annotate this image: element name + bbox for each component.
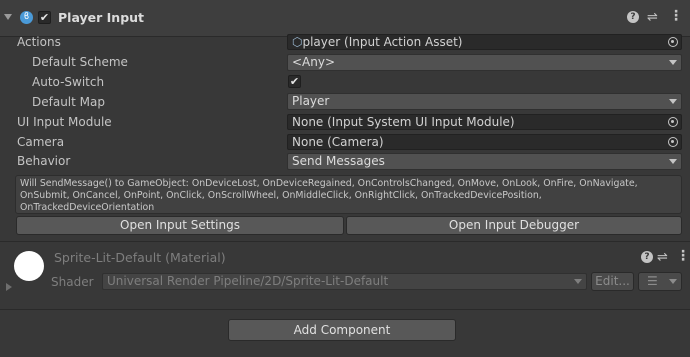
- help-icon[interactable]: ?: [627, 11, 639, 23]
- input-asset-icon: ⬡: [292, 35, 303, 49]
- foldout-arrow-icon[interactable]: [6, 283, 12, 291]
- camera-field[interactable]: None (Camera): [287, 134, 682, 150]
- object-picker-icon[interactable]: [668, 37, 678, 47]
- component-enabled-checkbox[interactable]: ✔: [38, 11, 51, 24]
- help-icon[interactable]: ?: [641, 251, 653, 263]
- object-picker-icon[interactable]: [668, 137, 678, 147]
- open-input-debugger-button[interactable]: Open Input Debugger: [346, 216, 682, 235]
- context-menu-icon[interactable]: ⋮: [676, 248, 690, 264]
- add-component-button[interactable]: Add Component: [228, 319, 456, 341]
- ui-input-module-label: UI Input Module: [17, 115, 112, 129]
- camera-label: Camera: [17, 135, 65, 149]
- auto-switch-checkbox[interactable]: ✔: [288, 75, 301, 88]
- component-header[interactable]: ϐ ✔ Player Input ? ⇌ ⋮: [0, 0, 690, 37]
- auto-switch-label: Auto-Switch: [32, 75, 105, 89]
- section-divider: [0, 309, 690, 310]
- chevron-down-icon: [669, 99, 677, 104]
- actions-label: Actions: [17, 35, 61, 49]
- actions-field[interactable]: ⬡player (Input Action Asset): [287, 34, 682, 50]
- material-name: Sprite-Lit-Default (Material): [54, 250, 226, 265]
- default-map-dropdown[interactable]: Player: [287, 93, 682, 110]
- material-preview: [14, 251, 44, 281]
- chevron-down-icon: [669, 279, 677, 284]
- behavior-dropdown[interactable]: Send Messages: [287, 153, 682, 170]
- chevron-down-icon: [669, 60, 677, 65]
- preset-icon[interactable]: ⇌: [647, 10, 658, 25]
- default-scheme-label: Default Scheme: [32, 55, 128, 69]
- foldout-arrow-icon[interactable]: [4, 14, 12, 20]
- default-map-label: Default Map: [32, 95, 105, 109]
- list-icon: ☰: [647, 274, 658, 288]
- component-title: Player Input: [58, 10, 145, 25]
- shader-options-button[interactable]: ☰: [638, 272, 682, 291]
- help-box: Will SendMessage() to GameObject: OnDevi…: [15, 175, 682, 214]
- context-menu-icon[interactable]: ⋮: [669, 8, 683, 24]
- preset-icon[interactable]: ⇌: [657, 250, 668, 265]
- open-input-settings-button[interactable]: Open Input Settings: [16, 216, 344, 235]
- ui-input-module-field[interactable]: None (Input System UI Input Module): [287, 114, 682, 130]
- chevron-down-icon: [574, 279, 582, 284]
- chevron-down-icon: [669, 159, 677, 164]
- behavior-label: Behavior: [17, 154, 71, 168]
- object-picker-icon[interactable]: [668, 117, 678, 127]
- shader-dropdown[interactable]: Universal Render Pipeline/2D/Sprite-Lit-…: [102, 273, 587, 290]
- section-divider: [0, 241, 690, 242]
- shader-label: Shader: [51, 275, 94, 289]
- player-input-icon: ϐ: [20, 11, 33, 24]
- default-scheme-dropdown[interactable]: <Any>: [287, 54, 682, 71]
- shader-edit-button[interactable]: Edit...: [591, 272, 634, 291]
